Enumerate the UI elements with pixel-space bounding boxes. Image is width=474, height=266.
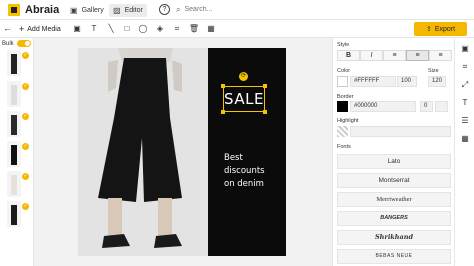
- checkmark-icon[interactable]: ✓: [22, 113, 29, 120]
- media-thumbnail[interactable]: [7, 171, 21, 197]
- top-bar: Abraia ▣ Gallery ▨ Editor ? ⌕: [0, 0, 474, 20]
- border-width-field[interactable]: 0: [420, 101, 433, 112]
- properties-panel: Style B I ≡ ≡ ≡ Color Size #FFFFFF 100 1…: [332, 38, 454, 266]
- tab-editor-label: Editor: [124, 7, 143, 14]
- plus-icon: +: [19, 24, 25, 34]
- add-media-label: Add Media: [27, 25, 61, 33]
- artboard[interactable]: ⟳ SALE Best discounts on denim: [78, 48, 286, 256]
- editor-app: Abraia ▣ Gallery ▨ Editor ? ⌕ ← + Add Me…: [0, 0, 474, 266]
- align-center-icon[interactable]: ≡: [406, 50, 429, 61]
- promo-text[interactable]: Best discounts on denim: [224, 152, 265, 191]
- checkmark-icon[interactable]: ✓: [22, 173, 29, 180]
- media-thumbnail[interactable]: [7, 201, 21, 227]
- color-label: Color: [337, 68, 351, 74]
- filter-icon[interactable]: ▦: [460, 134, 470, 144]
- search-icon: ⌕: [176, 4, 181, 14]
- ellipse-tool-icon[interactable]: ◯: [137, 23, 149, 35]
- border-hex-field[interactable]: #000000: [350, 101, 416, 112]
- highlight-label: Highlight: [337, 118, 359, 124]
- help-icon[interactable]: ?: [159, 4, 170, 15]
- folder-icon: ▣: [70, 6, 78, 15]
- save-icon[interactable]: ▣: [71, 23, 83, 35]
- font-option[interactable]: Shrikhand: [337, 230, 451, 245]
- logo[interactable]: Abraia: [8, 3, 59, 17]
- tab-gallery[interactable]: ▣ Gallery: [66, 4, 108, 17]
- promo-line: discounts: [224, 166, 265, 176]
- promo-line: on denim: [224, 179, 264, 189]
- font-option[interactable]: Lato: [337, 154, 451, 169]
- right-tool-rail: ▣ ⌗ ⤢ T ☰ ▦: [454, 38, 474, 266]
- headline-text[interactable]: SALE: [224, 90, 264, 108]
- border-label: Border: [337, 94, 354, 100]
- abraia-logo-icon: [8, 4, 20, 16]
- color-hex-field[interactable]: #FFFFFF: [350, 76, 396, 87]
- font-option[interactable]: Montserrat: [337, 173, 451, 188]
- media-thumbnail[interactable]: [7, 50, 21, 76]
- tab-editor[interactable]: ▨ Editor: [109, 4, 147, 17]
- model-illustration: [78, 48, 208, 256]
- media-thumbnail[interactable]: [7, 141, 21, 167]
- checkmark-icon[interactable]: ✓: [22, 143, 29, 150]
- bulk-label: Bulk: [2, 40, 14, 47]
- border-color-swatch[interactable]: [337, 101, 348, 112]
- checkmark-icon[interactable]: ✓: [22, 203, 29, 210]
- font-option[interactable]: Merriweather: [337, 192, 451, 207]
- resize-handle[interactable]: [263, 84, 267, 88]
- adjust-icon[interactable]: ☰: [460, 116, 470, 126]
- size-field[interactable]: 120: [428, 76, 446, 87]
- border-width-unit[interactable]: [435, 101, 448, 112]
- canvas-workspace: ⟳ SALE Best discounts on denim: [34, 38, 332, 266]
- align-right-icon[interactable]: ≡: [429, 50, 452, 61]
- image-icon: ▨: [113, 6, 121, 15]
- text-tool-icon[interactable]: T: [88, 23, 100, 35]
- style-label: Style: [337, 42, 350, 48]
- resize-handle[interactable]: [221, 110, 225, 114]
- tool-row: ← + Add Media ▣ T ╲ □ ◯ ◈ ⌗ 🗑 ▦: [0, 20, 474, 38]
- export-label: Export: [434, 25, 456, 33]
- text-icon[interactable]: T: [460, 98, 470, 108]
- color-swatch[interactable]: [337, 76, 348, 87]
- crop-icon[interactable]: ⌗: [460, 62, 470, 72]
- image-settings-icon[interactable]: ▣: [460, 44, 470, 54]
- align-left-icon[interactable]: ≡: [383, 50, 406, 61]
- checkmark-icon[interactable]: ✓: [22, 52, 29, 59]
- media-panel: Bulk ✓ ✓ ✓ ✓ ✓ ✓: [0, 38, 34, 266]
- promo-line: Best: [224, 153, 243, 163]
- model-photo[interactable]: [78, 48, 208, 256]
- opacity-field[interactable]: 100: [397, 76, 417, 87]
- italic-button[interactable]: I: [360, 50, 383, 61]
- fill-tool-icon[interactable]: ◈: [154, 23, 166, 35]
- line-tool-icon[interactable]: ╲: [105, 23, 117, 35]
- highlight-field[interactable]: [350, 126, 451, 137]
- font-option[interactable]: BEBAS NEUE: [337, 249, 451, 264]
- back-arrow-icon[interactable]: ←: [3, 23, 12, 33]
- resize-handle[interactable]: [221, 84, 225, 88]
- add-media-button[interactable]: + Add Media: [19, 23, 61, 35]
- search-input[interactable]: [184, 6, 245, 13]
- export-button[interactable]: ⇪ Export: [414, 22, 467, 36]
- export-icon: ⇪: [425, 26, 432, 33]
- media-thumbnail[interactable]: [7, 111, 21, 137]
- headline-text-box[interactable]: SALE: [221, 84, 267, 114]
- app-name: Abraia: [25, 4, 60, 16]
- highlight-swatch[interactable]: [337, 126, 348, 137]
- media-thumbnail[interactable]: [7, 81, 21, 107]
- fonts-label: Fonts: [337, 144, 351, 150]
- size-label: Size: [428, 68, 439, 74]
- checkmark-icon[interactable]: ✓: [22, 83, 29, 90]
- font-option[interactable]: BANGERS: [337, 211, 451, 226]
- rectangle-tool-icon[interactable]: □: [121, 23, 133, 35]
- delete-icon[interactable]: 🗑: [188, 23, 200, 35]
- bulk-switch[interactable]: [16, 40, 31, 47]
- resize-icon[interactable]: ⤢: [460, 80, 470, 90]
- crop-tool-icon[interactable]: ⌗: [171, 23, 183, 35]
- resize-handle[interactable]: [263, 110, 267, 114]
- bulk-toggle[interactable]: Bulk: [2, 40, 31, 47]
- search-bar[interactable]: ⌕: [176, 3, 245, 16]
- rotate-handle-icon[interactable]: ⟳: [239, 72, 248, 81]
- tab-gallery-label: Gallery: [81, 7, 104, 14]
- bold-button[interactable]: B: [337, 50, 360, 61]
- layers-icon[interactable]: ▦: [205, 23, 217, 35]
